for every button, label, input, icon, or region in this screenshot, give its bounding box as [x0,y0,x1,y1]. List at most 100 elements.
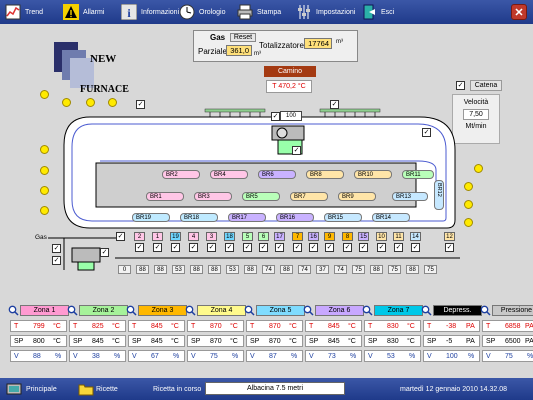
magnifier-icon[interactable] [126,305,137,316]
zone-valve-row: V 75% [482,350,533,362]
burner-br16[interactable]: BR16 [276,213,314,222]
zone-setpoint-row[interactable]: SP 845 °C [69,335,126,347]
zone-tile[interactable]: 7 ✓ [292,232,303,252]
zone-header: Zona 4 [197,305,246,316]
zone-tile[interactable]: 2 ✓ [134,232,145,252]
burner-br5[interactable]: BR5 [242,192,280,201]
zone-header: Zona 6 [315,305,364,316]
magnifier-icon[interactable] [421,305,432,316]
zone-panel: Zona 7 T 830 °C SP 830 °C V 53% [362,305,423,367]
burner-br6[interactable]: BR6 [258,170,296,179]
zone-valve-row: V 75% [187,350,244,362]
zone-setpoint-row[interactable]: SP 830 °C [364,335,421,347]
folder-icon[interactable] [78,381,94,397]
zone-tile[interactable]: 14 ✓ [410,232,421,252]
burner-br13[interactable]: BR13 [392,192,428,201]
zone-panel: Pressione T 6858 PA SP 6500 PA V 75% [480,305,533,367]
magnifier-icon[interactable] [303,305,314,316]
zone-tile[interactable]: 4 ✓ [188,232,199,252]
burner-br12[interactable]: BR12 [434,180,444,210]
checkbox-right[interactable]: ✓ [422,128,431,137]
zone-temp: 53 [172,265,185,274]
burner-br17[interactable]: BR17 [228,213,266,222]
zone-panel: Zona 2 T 825 °C SP 845 °C V 38% [67,305,128,367]
zone-temp: 88 [154,265,167,274]
zone-tile[interactable]: 9 ✓ [324,232,335,252]
zone-valve-row: V 53% [364,350,421,362]
burner-br9[interactable]: BR9 [338,192,376,201]
zone-temp: 75 [352,265,365,274]
zone-temp: 88 [208,265,221,274]
magnifier-icon[interactable] [67,305,78,316]
burner-br3[interactable]: BR3 [194,192,232,201]
bottom-bar: Principale Ricette Ricetta in corso Alba… [0,378,533,400]
burner-br10[interactable]: BR10 [354,170,392,179]
zone-temperature-row: T -38 PA [423,320,480,332]
zone-tile[interactable]: 5 ✓ [242,232,253,252]
zone-tile[interactable]: 6 ✓ [258,232,269,252]
datetime: martedì 12 gennaio 2010 14.32.08 [400,386,508,393]
zone-tile[interactable]: 19 ✓ [170,232,181,252]
zone-temp: 75 [424,265,437,274]
magnifier-icon[interactable] [185,305,196,316]
zone-valve-row: V 38% [69,350,126,362]
burner-br2[interactable]: BR2 [162,170,200,179]
gas-checkbox-3[interactable]: ✓ [52,256,61,265]
burner-br14[interactable]: BR14 [372,213,410,222]
zone-temperature-row: T 830 °C [364,320,421,332]
gas-feed-label: Gas [35,234,47,241]
zone-temp: 75 [388,265,401,274]
burner-br8[interactable]: BR8 [306,170,344,179]
zone-tile[interactable]: 12 ✓ [444,232,455,252]
motor-checkbox[interactable]: ✓ [292,146,301,155]
burner-br4[interactable]: BR4 [210,170,248,179]
burner-br11[interactable]: BR11 [402,170,434,179]
checkbox-top-right[interactable]: ✓ [330,100,339,109]
burner-br18[interactable]: BR18 [180,213,218,222]
zone-temperature-row: T 825 °C [69,320,126,332]
zone-tile[interactable]: 11 ✓ [393,232,404,252]
magnifier-icon[interactable] [362,305,373,316]
zone-tile[interactable]: 10 ✓ [376,232,387,252]
zone-panel: Zona 6 T 845 °C SP 845 °C V 73% [303,305,364,367]
ricetta-in-corso-label: Ricetta in corso [153,386,202,393]
zone-valve-row: V 100% [423,350,480,362]
zone-tile[interactable]: 15 ✓ [358,232,369,252]
zone-tile[interactable]: 1 ✓ [152,232,163,252]
zone-header: Zona 3 [138,305,187,316]
burner-br1[interactable]: BR1 [146,192,184,201]
magnifier-icon[interactable] [8,305,19,316]
zone-setpoint-row[interactable]: SP 870 °C [187,335,244,347]
zone-setpoint-row[interactable]: SP -5 PA [423,335,480,347]
magnifier-icon[interactable] [244,305,255,316]
zone-tile[interactable]: 8 ✓ [342,232,353,252]
zone-setpoint-row[interactable]: SP 870 °C [246,335,303,347]
zone-tile[interactable]: 16 ✓ [308,232,319,252]
zone-tile[interactable]: 17 ✓ [274,232,285,252]
zone-setpoint-row[interactable]: SP 845 °C [305,335,362,347]
zone-temperature-row: T 799 °C [10,320,67,332]
zone-tile[interactable]: 3 ✓ [206,232,217,252]
burner-br7[interactable]: BR7 [290,192,328,201]
zone-tile[interactable]: 18 ✓ [224,232,235,252]
zone-setpoint-row[interactable]: SP 845 °C [128,335,185,347]
zone-valve-row: V 88% [10,350,67,362]
zone-temp: 74 [298,265,311,274]
ricette-label[interactable]: Ricette [96,386,118,393]
zone-temp: 53 [226,265,239,274]
zone-temp: 88 [190,265,203,274]
zone-panel: Zona 3 T 845 °C SP 845 °C V 67% [126,305,187,367]
home-icon[interactable] [6,381,22,397]
magnifier-icon[interactable] [480,305,491,316]
zone-setpoint-row[interactable]: SP 6500 PA [482,335,533,347]
zone-header: Zona 5 [256,305,305,316]
burner-checkbox[interactable]: ✓ [271,112,280,121]
zone-setpoint-row[interactable]: SP 800 °C [10,335,67,347]
burner-br19[interactable]: BR19 [132,213,170,222]
zone-temperature-row: T 6858 PA [482,320,533,332]
gas-checkbox-2[interactable]: ✓ [52,244,61,253]
gas-checkbox-1[interactable]: ✓ [116,232,125,241]
gas-checkbox-4[interactable]: ✓ [100,248,109,257]
principale-label[interactable]: Principale [26,386,57,393]
burner-br15[interactable]: BR15 [324,213,362,222]
